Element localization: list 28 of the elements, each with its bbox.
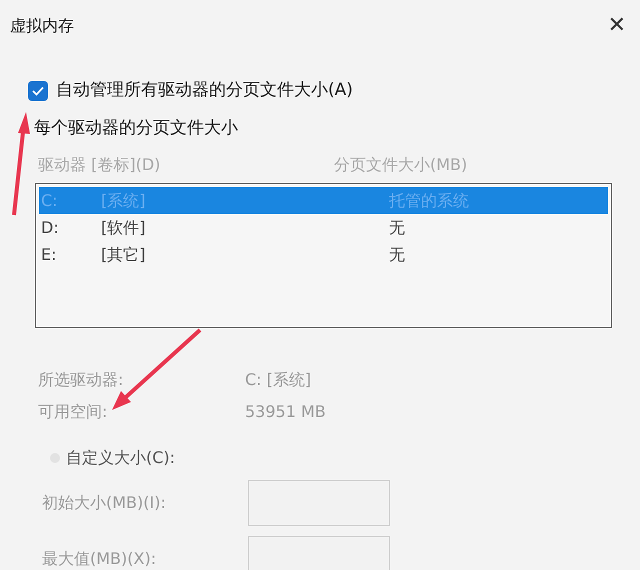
- drive-letter: E:: [40, 244, 58, 266]
- drive-letter: C:: [40, 190, 59, 212]
- field-label: 初始大小(MB)(I):: [41, 492, 167, 514]
- check-icon: [32, 86, 44, 96]
- drive-row[interactable]: E: [其它] 无: [39, 241, 608, 268]
- volume-label: [其它]: [101, 244, 146, 266]
- field-label: 最大值(MB)(X):: [41, 548, 158, 570]
- page-file-size: 托管的系统: [389, 190, 469, 212]
- column-header: 分页文件大小(MB): [334, 154, 468, 176]
- input-field[interactable]: [248, 536, 390, 570]
- volume-label: [系统]: [101, 190, 146, 212]
- info-value: 53951 MB: [245, 401, 326, 423]
- checkbox[interactable]: [28, 80, 48, 101]
- info-label: 可用空间:: [38, 401, 108, 423]
- volume-label: [软件]: [101, 216, 146, 238]
- column-header: 驱动器 [卷标](D): [38, 154, 162, 176]
- drive-row[interactable]: D: [软件] 无: [39, 214, 608, 241]
- window-title: 虚拟内存: [10, 15, 74, 37]
- info-label: 所选驱动器:: [38, 369, 124, 391]
- page-file-size: 无: [389, 244, 405, 266]
- radio-label: 自定义大小(C):: [66, 447, 176, 469]
- page-file-size: 无: [389, 216, 405, 238]
- close-button[interactable]: ✕: [604, 15, 630, 37]
- checkbox-label: 自动管理所有驱动器的分页文件大小(A): [56, 79, 353, 102]
- info-value: C: [系统]: [245, 369, 312, 391]
- input-field[interactable]: [248, 480, 390, 526]
- drive-letter: D:: [40, 216, 60, 238]
- section-title: 每个驱动器的分页文件大小: [34, 118, 238, 138]
